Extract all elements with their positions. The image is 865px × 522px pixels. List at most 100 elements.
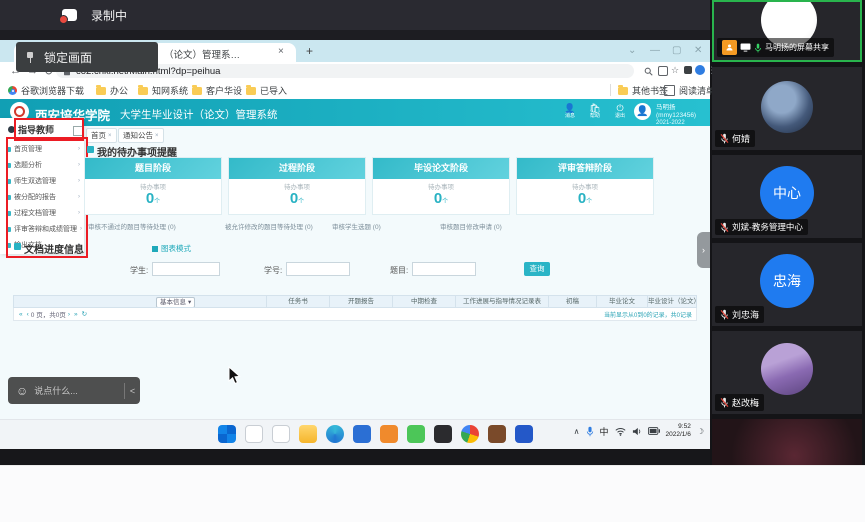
chevron-right-icon: › <box>78 162 80 168</box>
participant-tile-zhaogaimei[interactable]: 赵改梅 <box>712 331 862 414</box>
participant-tile-liubin[interactable]: 中心 刘斌-教务管理中心 <box>712 155 862 238</box>
search-icon[interactable] <box>245 425 263 443</box>
stage-card-defense: 评审答辩阶段 待办事项 0个 <box>516 157 654 215</box>
sidebar-item-topic-analysis[interactable]: 选题分析› <box>6 158 80 172</box>
window-minimize-icon[interactable]: — <box>650 45 660 56</box>
todo-link-4[interactable]: 审核题目修改申请 (0) <box>440 221 502 231</box>
pager-last-icon[interactable]: » <box>74 311 78 318</box>
stage-card-count: 0个 <box>373 191 509 210</box>
logout-icon: ⏻ <box>610 103 630 113</box>
chrome-icon <box>8 86 17 95</box>
sidebar-item-home[interactable]: 首页管理› <box>6 142 80 156</box>
participant-tile-sharer[interactable]: 马明扬的屏幕共享 <box>712 0 862 62</box>
tray-expand-icon[interactable]: ∧ <box>574 427 580 436</box>
search-button[interactable]: 查询 <box>524 262 550 276</box>
qq-icon[interactable] <box>434 425 452 443</box>
page-tab-notice[interactable]: 通知公告× <box>118 128 164 143</box>
camera-app-icon[interactable] <box>515 425 533 443</box>
volume-icon[interactable] <box>632 427 642 436</box>
tab-close-icon[interactable]: × <box>155 133 159 139</box>
todo-link-1[interactable]: 审核不通过的题目等待处理 (0) <box>88 221 176 231</box>
pager-next-icon[interactable]: › <box>68 311 70 318</box>
todo-link-2[interactable]: 被允许修改的题目等待处理 (0) <box>225 221 313 231</box>
dropdown-icon: ▾ <box>188 297 191 307</box>
stage-card-count: 0个 <box>229 191 365 210</box>
bookmark-star-icon[interactable]: ☆ <box>671 65 679 76</box>
window-close-icon[interactable]: ✕ <box>694 45 702 56</box>
header-icon-message[interactable]: 👤消息 <box>560 103 580 119</box>
chat-overlay[interactable]: ☺ 说点什么... < <box>8 377 140 404</box>
sidebar-item-mutual-selection[interactable]: 师生双选管理› <box>6 174 80 188</box>
window-maximize-icon[interactable]: ▢ <box>672 45 681 56</box>
app-icon[interactable] <box>488 425 506 443</box>
chat-input-placeholder[interactable]: 说点什么... <box>34 384 124 397</box>
tab-close-icon[interactable]: × <box>278 46 284 57</box>
bookmark-folder-office[interactable]: 办公 <box>96 84 128 97</box>
start-icon[interactable] <box>218 425 236 443</box>
chat-collapse-button[interactable]: < <box>125 386 140 396</box>
page-tab-home[interactable]: 首页× <box>86 128 117 143</box>
new-tab-button[interactable]: + <box>306 44 313 58</box>
task-view-icon[interactable] <box>272 425 290 443</box>
bookmark-chrome-download[interactable]: 谷歌浏览器下载 <box>8 84 84 97</box>
profile-avatar-icon[interactable] <box>695 65 705 75</box>
mic-muted-icon <box>720 133 729 144</box>
user-info: 马明扬(mmy123456) 2021-2022 <box>656 104 710 127</box>
tray-mic-icon[interactable] <box>586 426 594 437</box>
extensions-puzzle-icon[interactable] <box>684 66 692 74</box>
tab-close-icon[interactable]: × <box>108 133 112 139</box>
menu-icon <box>6 243 11 248</box>
window-chevron-icon[interactable]: ⌄ <box>628 45 636 56</box>
column-group-select[interactable]: 基本信息▾ <box>156 297 195 307</box>
pager-prev-icon[interactable]: ‹ <box>27 311 29 318</box>
other-bookmarks[interactable]: 其他书签 <box>618 84 668 97</box>
menu-icon <box>6 211 11 216</box>
input-method-indicator[interactable]: 中 <box>600 425 609 438</box>
emoji-icon[interactable]: ☺ <box>16 384 28 398</box>
meeting-control-bar: 解除静音 ∧ 开启视频 ∧ 共享屏幕 ∧ 邀请 成员(99+) 聊天 录制 <box>0 465 865 522</box>
battery-icon[interactable] <box>648 427 660 435</box>
share-badge-icon[interactable] <box>658 66 668 76</box>
taskbar-clock[interactable]: 9:52 2022/1/6 <box>666 423 691 439</box>
bookmarks-bar: 谷歌浏览器下载 办公 知网系统 客户华设 已导入 其他书签 阅读清单 <box>0 81 710 100</box>
participant-tile-hejing[interactable]: 何婧 <box>712 67 862 150</box>
role-button[interactable]: 指导教师 <box>8 123 54 136</box>
topic-input[interactable] <box>412 262 476 276</box>
chrome-icon[interactable] <box>461 425 479 443</box>
participant-tile-partial[interactable] <box>712 419 862 465</box>
focus-moon-icon[interactable]: ☽ <box>697 427 704 436</box>
wifi-icon[interactable] <box>615 427 626 436</box>
student-input[interactable] <box>152 262 220 276</box>
store-icon[interactable] <box>353 425 371 443</box>
office-icon[interactable] <box>380 425 398 443</box>
file-explorer-icon[interactable] <box>299 425 317 443</box>
todo-link-3[interactable]: 审核学生选题 (0) <box>332 221 381 231</box>
sidebar-item-review-grades[interactable]: 评审答辩和成绩管理› <box>6 222 80 236</box>
chevron-right-icon: › <box>78 194 80 200</box>
participants-panel-handle[interactable]: › <box>697 232 710 268</box>
bookmark-folder-client[interactable]: 客户华设 <box>192 84 242 97</box>
bookmark-folder-cnki[interactable]: 知网系统 <box>138 84 188 97</box>
participant-tile-liuzhonghai[interactable]: 忠海 刘忠海 <box>712 243 862 326</box>
folder-icon <box>618 87 628 95</box>
screen-share-icon <box>740 43 751 52</box>
header-icon-logout[interactable]: ⏻退出 <box>610 103 630 119</box>
bookmark-folder-imported[interactable]: 已导入 <box>246 84 287 97</box>
pager-refresh-icon[interactable]: ↻ <box>82 310 87 318</box>
pager-first-icon[interactable]: « <box>19 311 23 318</box>
reading-list[interactable]: 阅读清单 <box>664 84 715 97</box>
sidebar-collapse-icon[interactable] <box>73 126 83 136</box>
sidebar-item-assigned-reports[interactable]: 被分配的报告› <box>6 190 80 204</box>
chart-mode-link[interactable]: 图表模式 <box>152 243 191 254</box>
edge-icon[interactable] <box>326 425 344 443</box>
user-avatar[interactable]: 👤 <box>634 103 651 120</box>
menu-icon <box>6 195 11 200</box>
wechat-icon[interactable] <box>407 425 425 443</box>
zoom-icon[interactable] <box>644 67 653 76</box>
header-icon-help[interactable]: 🛍帮助 <box>585 103 605 119</box>
mouse-cursor <box>228 366 241 385</box>
student-no-input[interactable] <box>286 262 350 276</box>
avatar <box>761 81 813 133</box>
sidebar-item-process-docs[interactable]: 过程文档管理› <box>6 206 80 220</box>
menu-icon <box>6 179 11 184</box>
